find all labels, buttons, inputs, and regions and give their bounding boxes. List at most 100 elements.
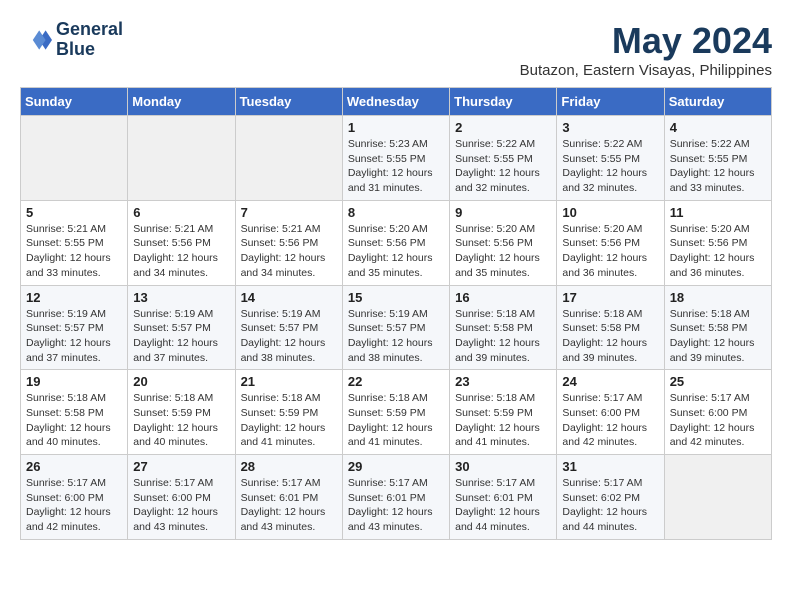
calendar-cell: 24 Sunrise: 5:17 AMSunset: 6:00 PMDayligh… bbox=[557, 370, 664, 455]
day-number: 19 bbox=[26, 374, 122, 389]
day-info: Sunrise: 5:18 AMSunset: 5:58 PMDaylight:… bbox=[562, 307, 658, 366]
day-number: 2 bbox=[455, 120, 551, 135]
month-title: May 2024 bbox=[520, 20, 772, 62]
calendar-cell bbox=[235, 116, 342, 201]
day-info: Sunrise: 5:17 AMSunset: 6:01 PMDaylight:… bbox=[241, 476, 337, 535]
day-number: 26 bbox=[26, 459, 122, 474]
page-header: General Blue May 2024 Butazon, Eastern V… bbox=[20, 20, 772, 79]
calendar-cell: 9 Sunrise: 5:20 AMSunset: 5:56 PMDaylight… bbox=[450, 200, 557, 285]
weekday-header: Monday bbox=[128, 88, 235, 116]
day-number: 3 bbox=[562, 120, 658, 135]
weekday-header: Friday bbox=[557, 88, 664, 116]
day-info: Sunrise: 5:18 AMSunset: 5:59 PMDaylight:… bbox=[455, 391, 551, 450]
day-info: Sunrise: 5:18 AMSunset: 5:58 PMDaylight:… bbox=[455, 307, 551, 366]
day-number: 6 bbox=[133, 205, 229, 220]
day-info: Sunrise: 5:17 AMSunset: 6:01 PMDaylight:… bbox=[348, 476, 444, 535]
logo-text: General Blue bbox=[56, 20, 123, 60]
day-number: 15 bbox=[348, 290, 444, 305]
calendar-cell: 30Sunrise: 5:17 AMSunset: 6:01 PMDayligh… bbox=[450, 455, 557, 540]
day-number: 20 bbox=[133, 374, 229, 389]
day-number: 1 bbox=[348, 120, 444, 135]
day-info: Sunrise: 5:18 AMSunset: 5:59 PMDaylight:… bbox=[133, 391, 229, 450]
day-number: 21 bbox=[241, 374, 337, 389]
weekday-header: Thursday bbox=[450, 88, 557, 116]
location: Butazon, Eastern Visayas, Philippines bbox=[520, 62, 772, 79]
calendar-cell bbox=[664, 455, 771, 540]
day-info: Sunrise: 5:22 AMSunset: 5:55 PMDaylight:… bbox=[670, 137, 766, 196]
calendar-cell: 29 Sunrise: 5:17 AMSunset: 6:01 PMDayligh… bbox=[342, 455, 449, 540]
calendar-cell: 21 Sunrise: 5:18 AMSunset: 5:59 PMDayligh… bbox=[235, 370, 342, 455]
calendar-cell: 25 Sunrise: 5:17 AMSunset: 6:00 PMDayligh… bbox=[664, 370, 771, 455]
day-number: 10 bbox=[562, 205, 658, 220]
day-info: Sunrise: 5:19 AMSunset: 5:57 PMDaylight:… bbox=[241, 307, 337, 366]
weekday-header: Tuesday bbox=[235, 88, 342, 116]
day-info: Sunrise: 5:17 AMSunset: 6:02 PMDaylight:… bbox=[562, 476, 658, 535]
day-number: 8 bbox=[348, 205, 444, 220]
calendar-cell: 14 Sunrise: 5:19 AMSunset: 5:57 PMDayligh… bbox=[235, 285, 342, 370]
day-info: Sunrise: 5:17 AMSunset: 6:00 PMDaylight:… bbox=[133, 476, 229, 535]
calendar-cell: 3 Sunrise: 5:22 AMSunset: 5:55 PMDaylight… bbox=[557, 116, 664, 201]
day-number: 23 bbox=[455, 374, 551, 389]
weekday-header: Saturday bbox=[664, 88, 771, 116]
day-info: Sunrise: 5:19 AMSunset: 5:57 PMDaylight:… bbox=[348, 307, 444, 366]
weekday-header: Wednesday bbox=[342, 88, 449, 116]
calendar-cell: 2 Sunrise: 5:22 AMSunset: 5:55 PMDaylight… bbox=[450, 116, 557, 201]
title-block: May 2024 Butazon, Eastern Visayas, Phili… bbox=[520, 20, 772, 79]
calendar-cell: 17 Sunrise: 5:18 AMSunset: 5:58 PMDayligh… bbox=[557, 285, 664, 370]
day-info: Sunrise: 5:18 AMSunset: 5:59 PMDaylight:… bbox=[241, 391, 337, 450]
day-number: 11 bbox=[670, 205, 766, 220]
calendar-table: SundayMondayTuesdayWednesdayThursdayFrid… bbox=[20, 87, 772, 540]
day-number: 22 bbox=[348, 374, 444, 389]
day-info: Sunrise: 5:20 AMSunset: 5:56 PMDaylight:… bbox=[455, 222, 551, 281]
day-info: Sunrise: 5:21 AMSunset: 5:56 PMDaylight:… bbox=[133, 222, 229, 281]
calendar-cell: 22Sunrise: 5:18 AMSunset: 5:59 PMDayligh… bbox=[342, 370, 449, 455]
calendar-cell: 19Sunrise: 5:18 AMSunset: 5:58 PMDayligh… bbox=[21, 370, 128, 455]
logo-icon bbox=[20, 24, 52, 56]
calendar-cell: 1 Sunrise: 5:23 AMSunset: 5:55 PMDaylight… bbox=[342, 116, 449, 201]
day-number: 27 bbox=[133, 459, 229, 474]
day-info: Sunrise: 5:21 AMSunset: 5:56 PMDaylight:… bbox=[241, 222, 337, 281]
calendar-cell: 28Sunrise: 5:17 AMSunset: 6:01 PMDayligh… bbox=[235, 455, 342, 540]
day-number: 12 bbox=[26, 290, 122, 305]
day-info: Sunrise: 5:17 AMSunset: 6:01 PMDaylight:… bbox=[455, 476, 551, 535]
calendar-cell bbox=[128, 116, 235, 201]
day-info: Sunrise: 5:22 AMSunset: 5:55 PMDaylight:… bbox=[562, 137, 658, 196]
calendar-cell: 4Sunrise: 5:22 AMSunset: 5:55 PMDaylight… bbox=[664, 116, 771, 201]
day-info: Sunrise: 5:21 AMSunset: 5:55 PMDaylight:… bbox=[26, 222, 122, 281]
calendar-cell: 5 Sunrise: 5:21 AMSunset: 5:55 PMDaylight… bbox=[21, 200, 128, 285]
calendar-cell: 26 Sunrise: 5:17 AMSunset: 6:00 PMDayligh… bbox=[21, 455, 128, 540]
calendar-cell: 12 Sunrise: 5:19 AMSunset: 5:57 PMDayligh… bbox=[21, 285, 128, 370]
day-number: 17 bbox=[562, 290, 658, 305]
day-info: Sunrise: 5:17 AMSunset: 6:00 PMDaylight:… bbox=[670, 391, 766, 450]
day-info: Sunrise: 5:23 AMSunset: 5:55 PMDaylight:… bbox=[348, 137, 444, 196]
calendar-cell: 27 Sunrise: 5:17 AMSunset: 6:00 PMDayligh… bbox=[128, 455, 235, 540]
day-number: 24 bbox=[562, 374, 658, 389]
calendar-cell: 18Sunrise: 5:18 AMSunset: 5:58 PMDayligh… bbox=[664, 285, 771, 370]
day-number: 5 bbox=[26, 205, 122, 220]
day-number: 13 bbox=[133, 290, 229, 305]
day-number: 25 bbox=[670, 374, 766, 389]
day-number: 7 bbox=[241, 205, 337, 220]
calendar-cell: 7 Sunrise: 5:21 AMSunset: 5:56 PMDaylight… bbox=[235, 200, 342, 285]
weekday-header: Sunday bbox=[21, 88, 128, 116]
calendar-cell: 13Sunrise: 5:19 AMSunset: 5:57 PMDayligh… bbox=[128, 285, 235, 370]
calendar-cell: 10 Sunrise: 5:20 AMSunset: 5:56 PMDayligh… bbox=[557, 200, 664, 285]
calendar-cell: 23 Sunrise: 5:18 AMSunset: 5:59 PMDayligh… bbox=[450, 370, 557, 455]
day-number: 14 bbox=[241, 290, 337, 305]
calendar-cell: 15 Sunrise: 5:19 AMSunset: 5:57 PMDayligh… bbox=[342, 285, 449, 370]
day-number: 9 bbox=[455, 205, 551, 220]
calendar-cell: 31 Sunrise: 5:17 AMSunset: 6:02 PMDayligh… bbox=[557, 455, 664, 540]
day-number: 29 bbox=[348, 459, 444, 474]
calendar-cell: 11 Sunrise: 5:20 AMSunset: 5:56 PMDayligh… bbox=[664, 200, 771, 285]
day-number: 31 bbox=[562, 459, 658, 474]
day-info: Sunrise: 5:18 AMSunset: 5:58 PMDaylight:… bbox=[670, 307, 766, 366]
day-info: Sunrise: 5:22 AMSunset: 5:55 PMDaylight:… bbox=[455, 137, 551, 196]
calendar-cell: 6 Sunrise: 5:21 AMSunset: 5:56 PMDaylight… bbox=[128, 200, 235, 285]
day-info: Sunrise: 5:20 AMSunset: 5:56 PMDaylight:… bbox=[670, 222, 766, 281]
day-info: Sunrise: 5:19 AMSunset: 5:57 PMDaylight:… bbox=[26, 307, 122, 366]
day-info: Sunrise: 5:17 AMSunset: 6:00 PMDaylight:… bbox=[26, 476, 122, 535]
calendar-cell: 8Sunrise: 5:20 AMSunset: 5:56 PMDaylight… bbox=[342, 200, 449, 285]
day-info: Sunrise: 5:17 AMSunset: 6:00 PMDaylight:… bbox=[562, 391, 658, 450]
day-info: Sunrise: 5:20 AMSunset: 5:56 PMDaylight:… bbox=[562, 222, 658, 281]
day-number: 16 bbox=[455, 290, 551, 305]
